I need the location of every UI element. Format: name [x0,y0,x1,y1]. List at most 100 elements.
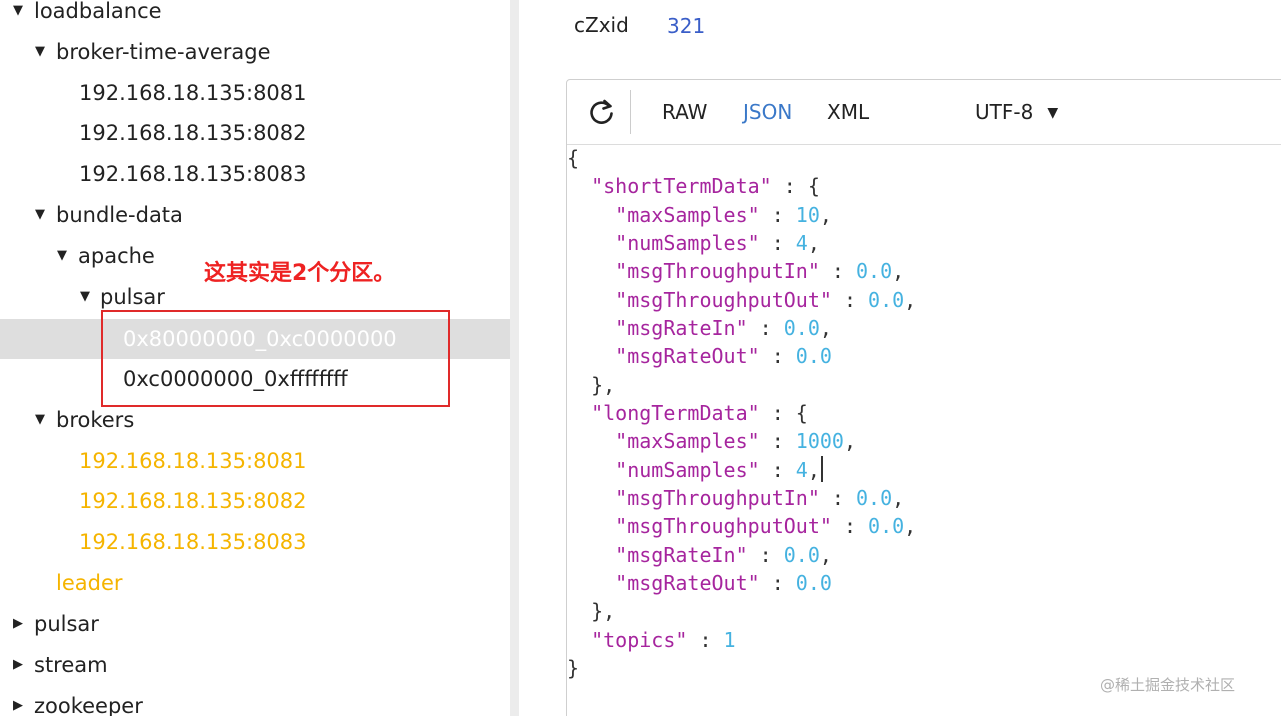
json-line: "msgThroughputOut" : 0.0, [615,288,917,312]
tree-node-label: bundle-data [56,203,183,227]
caret-down-icon[interactable]: ▼ [32,400,48,440]
encoding-select[interactable]: UTF-8 ▼ [975,97,1058,128]
stat-value-czxid: 321 [667,14,706,38]
caret-down-icon[interactable]: ▼ [77,277,93,317]
tree-node-label: 192.168.18.135:8083 [79,162,307,186]
json-key: "maxSamples" [615,429,760,453]
caret-right-icon[interactable]: ▶ [10,604,26,644]
json-key: "topics" [591,628,688,652]
tree-node-broker-8083[interactable]: 192.168.18.135:8083 [0,154,510,194]
json-line: "msgThroughputIn" : 0.0, [615,486,905,510]
tree-node-brokers-8083[interactable]: 192.168.18.135:8083 [0,522,510,562]
json-key: "msgRateOut" [615,571,760,595]
tree-node-brokers-8081[interactable]: 192.168.18.135:8081 [0,441,510,481]
json-line: }, [567,599,616,623]
json-key: "msgRateIn" [615,316,748,340]
data-viewer: RAW JSON XML UTF-8 ▼ { "shortTermData" : … [566,79,1281,716]
json-key: "msgThroughputIn" [615,259,820,283]
format-xml-button[interactable]: XML [827,97,869,127]
annotation-text: 这其实是2个分区。 [204,261,396,286]
viewer-toolbar: RAW JSON XML UTF-8 ▼ [567,80,1281,145]
json-key: "msgThroughputIn" [615,486,820,510]
caret-down-icon[interactable]: ▼ [1047,98,1058,128]
json-value: 0.0 [868,514,905,538]
json-line: "shortTermData" : { [591,174,820,198]
tree-node-label: 192.168.18.135:8081 [79,81,307,105]
json-value: 4 [795,458,808,482]
json-line: "msgThroughputIn" : 0.0, [615,259,905,283]
json-key: "msgThroughputOut" [615,514,832,538]
format-raw-button[interactable]: RAW [662,97,707,127]
caret-right-icon[interactable]: ▶ [10,686,26,716]
json-key: "shortTermData" [591,174,772,198]
tree-node-broker-8081[interactable]: 192.168.18.135:8081 [0,73,510,113]
caret-down-icon[interactable]: ▼ [54,236,70,276]
json-line: "msgRateIn" : 0.0, [615,316,832,340]
json-value: 0.0 [856,486,893,510]
panel-divider[interactable] [510,0,519,716]
json-line: }, [567,373,616,397]
json-key: "msgRateIn" [615,543,748,567]
json-value: 10 [795,203,820,227]
zk-tree-panel: ▼ loadbalance ▼ broker-time-average 192.… [0,0,510,716]
json-key: "numSamples" [615,458,760,482]
json-key: "msgThroughputOut" [615,288,832,312]
json-line: "maxSamples" : 1000, [615,429,857,453]
json-line: } [567,656,580,680]
json-value: 0.0 [856,259,893,283]
json-key: "numSamples" [615,231,760,255]
tree-node-bundle-data[interactable]: ▼ bundle-data [0,195,510,235]
caret-right-icon[interactable]: ▶ [10,645,26,685]
tree-node-loadbalance[interactable]: ▼ loadbalance [0,0,510,31]
tree-node-label: pulsar [34,612,99,636]
tree-node-brokers-8082[interactable]: 192.168.18.135:8082 [0,481,510,521]
caret-down-icon[interactable]: ▼ [32,32,48,72]
json-key: "maxSamples" [615,203,760,227]
json-value: 0.0 [868,288,905,312]
tree-node-stream[interactable]: ▶ stream [0,645,510,685]
tree-node-label: 192.168.18.135:8083 [79,530,307,554]
tree-node-label: broker-time-average [56,40,271,64]
tree-node-label: loadbalance [34,0,162,23]
caret-down-icon[interactable]: ▼ [10,0,26,31]
tree-node-zookeeper[interactable]: ▶ zookeeper [0,686,510,716]
json-value: 0.0 [795,344,832,368]
tree-node-label: stream [34,653,108,677]
json-value: 1000 [795,429,844,453]
tree-node-label: zookeeper [34,694,143,716]
caret-down-icon[interactable]: ▼ [32,195,48,235]
json-line: "msgRateIn" : 0.0, [615,543,832,567]
tree-node-label: 192.168.18.135:8082 [79,121,307,145]
annotation-box [101,310,450,407]
json-value: 0.0 [783,543,820,567]
tree-node-label: leader [56,571,123,595]
json-key: "msgRateOut" [615,344,760,368]
tree-node-pulsar[interactable]: ▶ pulsar [0,604,510,644]
tree-node-broker-time-average[interactable]: ▼ broker-time-average [0,32,510,72]
json-line: "msgRateOut" : 0.0 [615,571,832,595]
encoding-value: UTF-8 [975,100,1034,124]
format-json-button[interactable]: JSON [743,97,792,127]
json-line: "msgRateOut" : 0.0 [615,344,832,368]
tree-node-label: apache [78,244,155,268]
stat-key-czxid: cZxid [574,13,629,37]
tree-node-label: 192.168.18.135:8081 [79,449,307,473]
json-line: "numSamples" : 4, [615,231,820,255]
toolbar-separator [630,90,631,134]
json-line: "longTermData" : { [591,401,808,425]
toolbar-border [567,144,1281,145]
json-value: 0.0 [795,571,832,595]
json-value: 1 [723,628,736,652]
tree-node-leader[interactable]: leader [0,563,510,603]
refresh-icon[interactable] [589,98,615,126]
json-line: { [567,146,580,170]
tree-node-broker-8082[interactable]: 192.168.18.135:8082 [0,113,510,153]
json-value: 4 [795,231,808,255]
text-cursor [820,456,823,482]
tree-node-label: 192.168.18.135:8082 [79,489,307,513]
json-line: "numSamples" : 4, [567,456,823,484]
json-line: "msgThroughputOut" : 0.0, [615,514,917,538]
json-value: 0.0 [783,316,820,340]
json-line: "topics" : 1 [591,628,736,652]
json-key: "longTermData" [591,401,760,425]
